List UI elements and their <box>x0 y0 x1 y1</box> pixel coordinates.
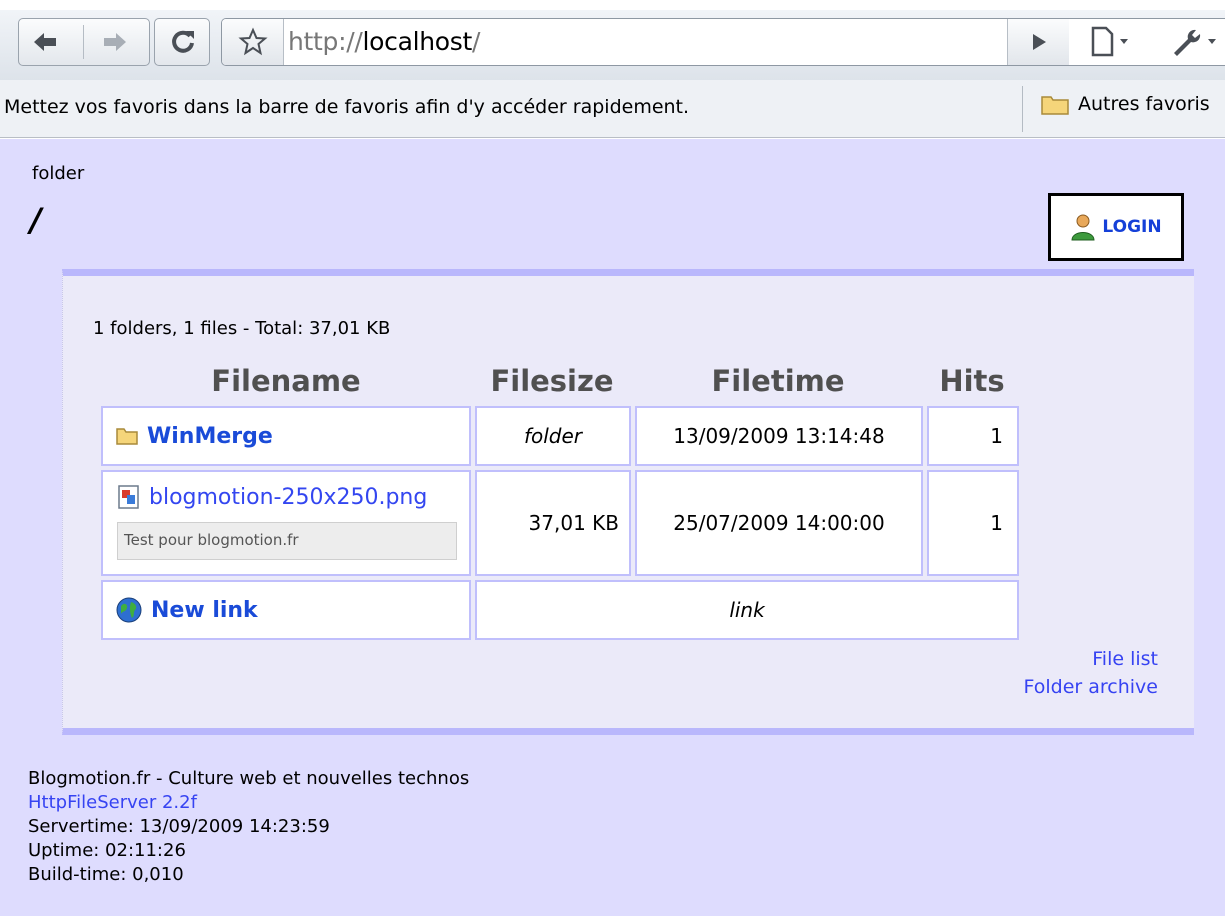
buildtime: Build-time: 0,010 <box>28 864 184 885</box>
table-row-folder: WinMerge <box>101 406 471 466</box>
blogmotion-file-link[interactable]: blogmotion-250x250.png <box>149 485 427 510</box>
page-footer: Blogmotion.fr - Culture web et nouvelles… <box>28 767 469 887</box>
server-name-link[interactable]: HttpFileServer 2.2f <box>28 791 469 815</box>
url-text[interactable]: http://localhost/ <box>288 27 480 56</box>
new-link-type: link <box>475 580 1019 640</box>
folder-icon <box>116 428 138 445</box>
folder-label: folder <box>32 163 85 184</box>
header-filetime[interactable]: Filetime <box>631 364 925 398</box>
wrench-icon <box>1174 29 1216 56</box>
uptime: Uptime: 02:11:26 <box>28 840 186 861</box>
winmerge-hits: 1 <box>927 406 1019 466</box>
page-body: folder / LOGIN 1 folders, 1 files - Tota… <box>0 139 1225 916</box>
go-button[interactable] <box>1007 19 1069 65</box>
page-menu-button[interactable] <box>1088 24 1132 60</box>
blogmotion-hits: 1 <box>927 470 1019 576</box>
reload-group <box>154 18 210 66</box>
play-icon <box>1032 34 1046 50</box>
header-hits[interactable]: Hits <box>925 364 1019 398</box>
header-filename[interactable]: Filename <box>101 364 471 398</box>
bookmarks-separator <box>1022 86 1023 132</box>
winmerge-time: 13/09/2009 13:14:48 <box>635 406 923 466</box>
other-bookmarks-label: Autres favoris <box>1078 93 1210 115</box>
folder-path: / <box>30 201 42 239</box>
bookmarks-hint: Mettez vos favoris dans la barre de favo… <box>4 96 690 118</box>
file-list-link[interactable]: File list <box>1092 648 1158 670</box>
back-forward-group <box>18 18 150 66</box>
forward-arrow-icon <box>104 33 126 51</box>
settings-menu-button[interactable] <box>1168 24 1225 60</box>
user-icon <box>1071 214 1095 241</box>
footer-tagline: Blogmotion.fr - Culture web et nouvelles… <box>28 768 470 789</box>
star-icon <box>237 27 268 56</box>
forward-button[interactable] <box>95 19 135 65</box>
back-arrow-icon <box>34 33 56 51</box>
reload-icon <box>172 30 194 53</box>
url-host: localhost <box>362 27 473 56</box>
new-link[interactable]: New link <box>151 598 258 623</box>
address-bar[interactable]: http://localhost/ <box>221 18 1225 66</box>
table-row-link: New link <box>101 580 471 640</box>
table-row-file: blogmotion-250x250.png Test pour blogmot… <box>101 470 471 576</box>
blogmotion-time: 25/07/2009 14:00:00 <box>635 470 923 576</box>
reload-button[interactable] <box>163 19 203 65</box>
url-scheme: http:// <box>288 27 363 56</box>
bookmarks-bar: Mettez vos favoris dans la barre de favo… <box>0 80 1225 138</box>
file-list-panel: 1 folders, 1 files - Total: 37,01 KB Fil… <box>62 269 1194 735</box>
image-file-icon <box>118 485 139 509</box>
file-name-line: blogmotion-250x250.png <box>117 484 427 510</box>
login-label: LOGIN <box>1102 217 1162 237</box>
winmerge-link[interactable]: WinMerge <box>147 424 273 449</box>
folder-summary: 1 folders, 1 files - Total: 37,01 KB <box>93 318 391 339</box>
bookmark-star-button[interactable] <box>222 19 284 65</box>
globe-icon <box>116 597 142 623</box>
file-comment: Test pour blogmotion.fr <box>117 522 457 560</box>
page-menu-icon <box>1091 26 1128 57</box>
header-filesize[interactable]: Filesize <box>473 364 631 398</box>
login-button[interactable]: LOGIN <box>1048 193 1184 261</box>
url-path: / <box>472 27 481 56</box>
servertime: Servertime: 13/09/2009 14:23:59 <box>28 816 330 837</box>
winmerge-size: folder <box>475 406 631 466</box>
folder-archive-link[interactable]: Folder archive <box>1024 676 1159 698</box>
back-button[interactable] <box>25 19 65 65</box>
other-bookmarks-button[interactable]: Autres favoris <box>1040 92 1210 116</box>
folder-icon <box>1041 96 1069 115</box>
blogmotion-size: 37,01 KB <box>475 470 631 576</box>
browser-toolbar: http://localhost/ <box>0 10 1225 80</box>
